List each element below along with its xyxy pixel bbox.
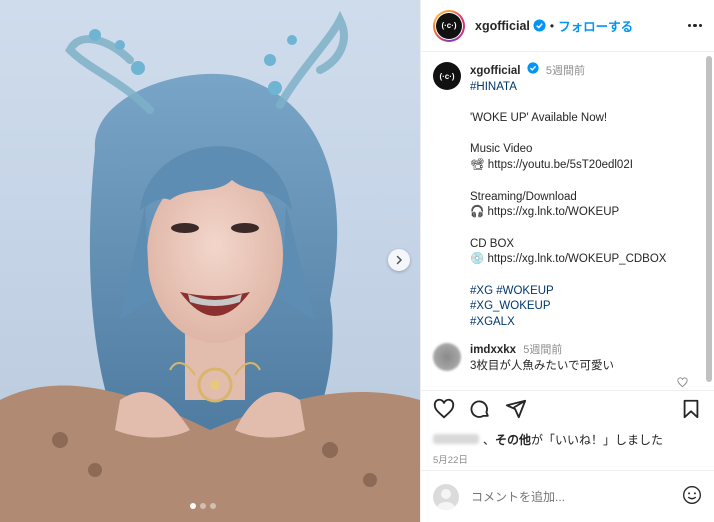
story-ring[interactable]: (·c·): [433, 9, 465, 42]
post-photo: [0, 11, 420, 522]
bookmark-icon[interactable]: [680, 398, 702, 423]
follow-button[interactable]: フォローする: [558, 16, 633, 35]
carousel-dot: [190, 503, 196, 509]
liker-name: [433, 434, 479, 444]
hashtag-link[interactable]: #HINATA: [470, 80, 710, 96]
carousel-next-button[interactable]: [388, 249, 410, 271]
caption-link[interactable]: 🎧 https://xg.lnk.to/WOKEUP: [470, 205, 710, 221]
caption: (·c·) xgofficial 5週間前 #HINATA 'WOKE UP' …: [433, 62, 714, 331]
instagram-post: (·c·) xgofficial • フォローする (·c·) xgoffici…: [0, 0, 714, 522]
caption-text: 'WOKE UP' Available Now!: [470, 112, 608, 125]
add-comment-bar: [421, 470, 714, 522]
avatar[interactable]: [433, 342, 461, 371]
carousel-dot: [210, 503, 216, 509]
likes-text: 、その他が「いいね！」しました: [483, 432, 664, 447]
comment-text: 3枚目が人魚みたいで可愛い: [470, 359, 615, 372]
comment-username[interactable]: imdxxkx: [470, 344, 516, 356]
caption-link[interactable]: 💿 https://xg.lnk.to/WOKEUP_CDBOX: [470, 252, 710, 268]
paper-plane-icon[interactable]: [505, 398, 527, 423]
avatar: [433, 483, 459, 510]
more-horizontal-icon[interactable]: [687, 23, 702, 28]
verified-badge-icon: [533, 19, 546, 32]
caption-text: Streaming/Download: [470, 190, 577, 203]
comment-icon[interactable]: [469, 398, 491, 423]
likes-summary[interactable]: 、その他が「いいね！」しました: [421, 430, 714, 448]
chevron-right-icon: [396, 255, 403, 265]
verified-badge-icon: [527, 62, 539, 74]
comments-section[interactable]: (·c·) xgofficial 5週間前 #HINATA 'WOKE UP' …: [421, 52, 714, 390]
hashtag-link[interactable]: #XG_WOKEUP: [470, 299, 710, 315]
post-date: 5月22日: [433, 455, 468, 466]
smiley-icon[interactable]: [682, 485, 702, 508]
avatar: (·c·): [436, 12, 462, 39]
comment-item: imdxxkx 5週間前 3枚目が人魚みたいで可愛い: [433, 342, 714, 374]
comment-time: 5週間前: [523, 343, 563, 356]
caption-link[interactable]: 📽 https://youtu.be/5sT20edl02I: [470, 158, 710, 174]
post-sidebar: (·c·) xgofficial • フォローする (·c·) xgoffici…: [420, 0, 714, 522]
caption-text: Music Video: [470, 143, 533, 156]
comment-input[interactable]: [471, 489, 682, 504]
hashtag-link[interactable]: #XG #WOKEUP: [470, 284, 710, 300]
scrollbar[interactable]: [706, 56, 712, 382]
action-bar: [421, 390, 714, 430]
caption-time: 5週間前: [545, 65, 586, 77]
header-username[interactable]: xgofficial: [475, 19, 530, 33]
caption-text: CD BOX: [470, 237, 515, 250]
heart-icon[interactable]: [677, 377, 688, 390]
post-header: (·c·) xgofficial • フォローする: [421, 0, 714, 52]
avatar[interactable]: (·c·): [433, 62, 461, 90]
heart-icon[interactable]: [433, 398, 455, 423]
post-media[interactable]: [0, 0, 420, 522]
hashtag-link[interactable]: #XGALX: [470, 315, 710, 331]
carousel-dot: [200, 503, 206, 509]
caption-username[interactable]: xgofficial: [470, 65, 520, 77]
carousel-indicator: [190, 503, 216, 509]
separator: •: [549, 18, 555, 33]
